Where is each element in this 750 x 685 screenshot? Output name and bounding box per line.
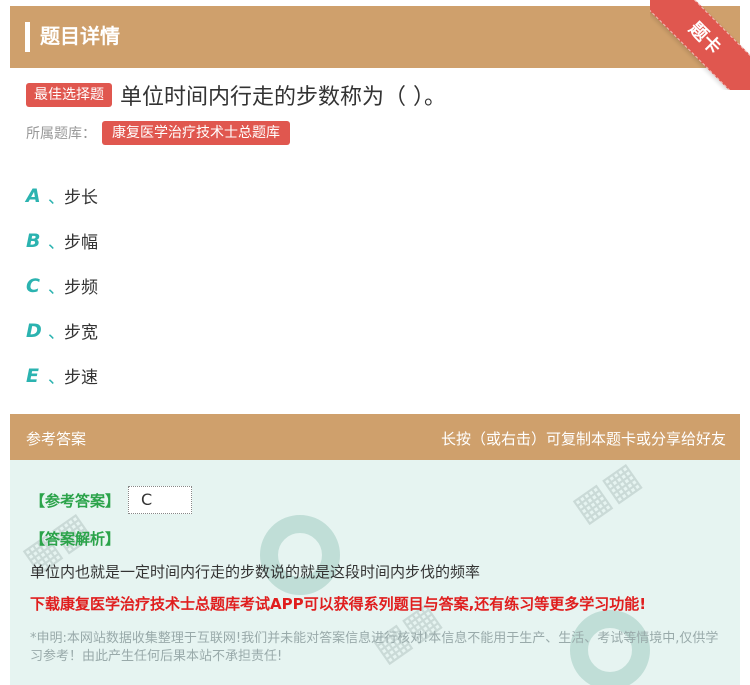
bank-label: 所属题库： bbox=[26, 126, 96, 142]
share-hint: 长按（或右击）可复制本题卡或分享给好友 bbox=[440, 430, 726, 448]
answer-header-title: 参考答案 bbox=[26, 430, 87, 448]
detail-header: 题目详情 bbox=[10, 6, 740, 68]
question-type-badge: 最佳选择题 bbox=[26, 83, 112, 107]
option-text: 步频 bbox=[64, 278, 98, 298]
option-separator: 、 bbox=[48, 323, 65, 343]
question-text: 单位时间内行走的步数称为（ ）。 bbox=[120, 85, 446, 110]
option-separator: 、 bbox=[48, 368, 65, 388]
option-item[interactable]: E 、 步速 bbox=[26, 353, 98, 398]
ribbon-label: 题卡 bbox=[650, 0, 750, 90]
option-letter: B bbox=[26, 229, 41, 252]
option-text: 步宽 bbox=[64, 323, 98, 343]
bank-badge-link[interactable]: 康复医学治疗技术士总题库 bbox=[102, 121, 290, 145]
option-text: 步幅 bbox=[64, 233, 98, 253]
analysis-text: 单位内也就是一定时间内行走的步数说的就是这段时间内步伐的频率 bbox=[30, 563, 481, 581]
watermark-logo-icon: ▦▦ bbox=[563, 460, 648, 531]
option-letter: E bbox=[26, 364, 39, 387]
option-letter: D bbox=[26, 319, 42, 342]
disclaimer-text: *申明:本网站数据收集整理于互联网!我们并未能对答案信息进行核对!本信息不能用于… bbox=[30, 631, 719, 664]
option-letter: C bbox=[26, 274, 40, 297]
header-accent-bar bbox=[25, 22, 30, 52]
answer-body: ▦▦ ▦▦ ▦▦ 【参考答案】 C 【答案解析】 单位内也就是一定时间内行走的步… bbox=[10, 460, 740, 685]
options-list: A 、 步长 B 、 步幅 C 、 步频 D 、 步宽 E 、 步速 bbox=[26, 173, 98, 398]
option-text: 步速 bbox=[64, 368, 98, 388]
app-promo-link[interactable]: 下载康复医学治疗技术士总题库考试APP可以获得系列题目与答案,还有练习等更多学习… bbox=[30, 593, 646, 614]
analysis-label: 【答案解析】 bbox=[30, 530, 121, 548]
option-item[interactable]: B 、 步幅 bbox=[26, 218, 98, 263]
option-item[interactable]: C 、 步频 bbox=[26, 263, 98, 308]
option-letter: A bbox=[26, 184, 41, 207]
question-block: 最佳选择题 单位时间内行走的步数称为（ ）。 所属题库： 康复医学治疗技术士总题… bbox=[26, 80, 726, 146]
answer-header: 参考答案 长按（或右击）可复制本题卡或分享给好友 bbox=[10, 414, 740, 460]
answer-label: 【参考答案】 bbox=[30, 491, 121, 510]
option-separator: 、 bbox=[48, 188, 65, 208]
option-item[interactable]: D 、 步宽 bbox=[26, 308, 98, 353]
corner-ribbon: 题卡 bbox=[650, 0, 750, 90]
watermark-ring-icon bbox=[260, 515, 340, 595]
answer-value: C bbox=[128, 486, 193, 514]
page-title: 题目详情 bbox=[40, 24, 120, 48]
option-separator: 、 bbox=[48, 278, 65, 298]
option-separator: 、 bbox=[48, 233, 65, 253]
option-text: 步长 bbox=[64, 188, 98, 208]
option-item[interactable]: A 、 步长 bbox=[26, 173, 98, 218]
